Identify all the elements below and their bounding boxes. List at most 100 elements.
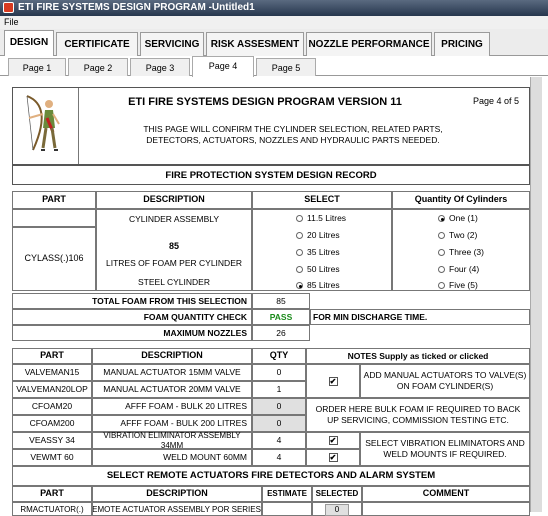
size-option-20[interactable]: 20 Litres (296, 230, 340, 240)
parts-row-1-qty[interactable]: 0 (252, 364, 306, 381)
logo-panel (13, 88, 79, 164)
tab-page-5[interactable]: Page 5 (256, 58, 316, 76)
menu-file[interactable]: File (4, 17, 19, 27)
remote-header-estimate: ESTIMATE (262, 486, 312, 502)
tab-page-2[interactable]: Page 2 (68, 58, 128, 76)
parts-row-5-qty[interactable]: 4 (252, 432, 306, 449)
qty-radio-three[interactable] (438, 249, 445, 257)
parts-row-3-qty[interactable]: 0 (252, 398, 306, 415)
parts-row-6-description: WELD MOUNT 60MM (92, 449, 252, 466)
tab-certificate[interactable]: CERTIFICATE (56, 32, 138, 56)
tab-risk-assesment[interactable]: RISK ASSESMENT (206, 32, 304, 56)
qty-label-one: One (1) (449, 213, 478, 223)
actuator-checkbox[interactable]: ✔ (328, 376, 338, 386)
parts-row-3-description: AFFF FOAM - BULK 20 LITRES (92, 398, 252, 415)
parts-header-part: PART (12, 348, 92, 364)
vibration-checkbox[interactable]: ✔ (328, 436, 338, 445)
size-radio-35[interactable] (296, 249, 303, 257)
parts-row-3-part: CFOAM20 (12, 398, 92, 415)
max-nozzles-label: MAXIMUM NOZZLES (12, 325, 252, 341)
main-tabs: DESIGN CERTIFICATE SERVICING RISK ASSESM… (0, 29, 548, 57)
qty-option-two[interactable]: Two (2) (438, 230, 477, 240)
parts-row-6-qty[interactable]: 4 (252, 449, 306, 466)
tab-design[interactable]: DESIGN (4, 30, 54, 57)
size-option-11-5[interactable]: 11.5 Litres (296, 213, 346, 223)
remote-header-comment: COMMENT (362, 486, 530, 502)
parts-row-2-part: VALVEMAN20LOP (12, 381, 92, 398)
tab-servicing[interactable]: SERVICING (140, 32, 204, 56)
vibration-checkbox-cell: ✔ (306, 432, 360, 449)
page-title: ETI FIRE SYSTEMS DESIGN PROGRAM VERSION … (128, 96, 402, 108)
parts-row-1-part: VALVEMAN15 (12, 364, 92, 381)
size-option-35[interactable]: 35 Litres (296, 247, 340, 257)
remote-row-1-estimate (262, 502, 312, 516)
size-label-50: 50 Litres (307, 264, 340, 274)
size-radio-85[interactable] (296, 282, 303, 290)
archer-logo-icon (26, 95, 60, 151)
parts-row-6-part: VEWMT 60 (12, 449, 92, 466)
cyl-header-select: SELECT (252, 191, 392, 209)
parts-header-description: DESCRIPTION (92, 348, 252, 364)
cyl-header-quantity: Quantity Of Cylinders (392, 191, 530, 209)
record-title: FIRE PROTECTION SYSTEM DESIGN RECORD (12, 165, 530, 185)
sub-tabs: Page 1 Page 2 Page 3 Page 4 Page 5 (0, 56, 548, 77)
qty-radio-two[interactable] (438, 232, 445, 240)
qty-label-three: Three (3) (449, 247, 484, 257)
parts-row-5-part: VEASSY 34 (12, 432, 92, 449)
remote-row-1-selected-value[interactable]: 0 (325, 504, 349, 516)
qty-option-one[interactable]: One (1) (438, 213, 478, 223)
size-radio-50[interactable] (296, 266, 303, 274)
qty-radio-one[interactable] (438, 215, 445, 223)
size-option-85[interactable]: 85 Litres (296, 280, 340, 290)
qty-option-five[interactable]: Five (5) (438, 280, 478, 290)
foam-check-value: PASS (252, 309, 310, 325)
actuator-checkbox-cell: ✔ (306, 364, 360, 398)
window-title: ETI FIRE SYSTEMS DESIGN PROGRAM -Untitle… (18, 2, 255, 13)
size-option-50[interactable]: 50 Litres (296, 264, 340, 274)
size-label-11-5: 11.5 Litres (307, 213, 347, 223)
weld-checkbox[interactable]: ✔ (328, 453, 338, 462)
remote-row-1-comment (362, 502, 530, 516)
remote-header-part: PART (12, 486, 92, 502)
parts-header-qty: QTY (252, 348, 306, 364)
bulk-foam-note: ORDER HERE BULK FOAM IF REQUIRED TO BACK… (306, 398, 530, 432)
size-label-35: 35 Litres (307, 247, 340, 257)
tab-page-4[interactable]: Page 4 (192, 56, 254, 77)
vertical-scrollbar[interactable] (530, 77, 542, 512)
parts-row-2-qty[interactable]: 1 (252, 381, 306, 398)
remote-row-1-selected[interactable]: 0 (312, 502, 362, 516)
size-radio-11-5[interactable] (296, 215, 303, 223)
app-icon (3, 2, 14, 13)
tab-pricing[interactable]: PRICING (434, 32, 490, 56)
qty-label-four: Four (4) (449, 264, 480, 274)
intro-text: THIS PAGE WILL CONFIRM THE CYLINDER SELE… (143, 124, 443, 146)
total-foam-label: TOTAL FOAM FROM THIS SELECTION (12, 293, 252, 309)
remote-row-1-description: REMOTE ACTUATOR ASSEMBLY POR SERIES II (92, 502, 262, 516)
qty-label-two: Two (2) (449, 230, 478, 240)
qty-radio-four[interactable] (438, 266, 445, 274)
tab-page-1[interactable]: Page 1 (8, 58, 66, 76)
qty-radio-five[interactable] (438, 282, 445, 290)
tab-nozzle-performance[interactable]: NOZZLE PERFORMANCE (306, 32, 432, 56)
cyl-desc-litres: 85 (168, 240, 179, 251)
parts-row-4-part: CFOAM200 (12, 415, 92, 432)
cyl-description-cell: CYLINDER ASSEMBLY 85 LITRES OF FOAM PER … (96, 209, 252, 291)
cyl-desc-assembly: CYLINDER ASSEMBLY (128, 214, 220, 224)
parts-row-4-description: AFFF FOAM - BULK 200 LITRES (92, 415, 252, 432)
parts-row-5-description: VIBRATION ELIMINATOR ASSEMBLY 34MM (92, 431, 252, 450)
header-panel: ETI FIRE SYSTEMS DESIGN PROGRAM VERSION … (12, 87, 530, 165)
qty-option-four[interactable]: Four (4) (438, 264, 479, 274)
tab-page-3[interactable]: Page 3 (130, 58, 190, 76)
page-content: ETI FIRE SYSTEMS DESIGN PROGRAM VERSION … (0, 77, 548, 516)
cyl-part-blank (12, 209, 96, 227)
qty-option-three[interactable]: Three (3) (438, 247, 484, 257)
remote-header-selected: SELECTED (312, 486, 362, 502)
qty-label-five: Five (5) (449, 280, 478, 290)
max-nozzles-value: 26 (252, 325, 310, 341)
cyl-part-code: CYLASS(.)106 (12, 227, 96, 291)
cyl-header-part: PART (12, 191, 96, 209)
parts-header-notes: NOTES Supply as ticked or clicked (306, 348, 530, 364)
parts-row-2-description: MANUAL ACTUATOR 20MM VALVE (92, 381, 252, 398)
parts-row-4-qty[interactable]: 0 (252, 415, 306, 432)
size-radio-20[interactable] (296, 232, 303, 240)
